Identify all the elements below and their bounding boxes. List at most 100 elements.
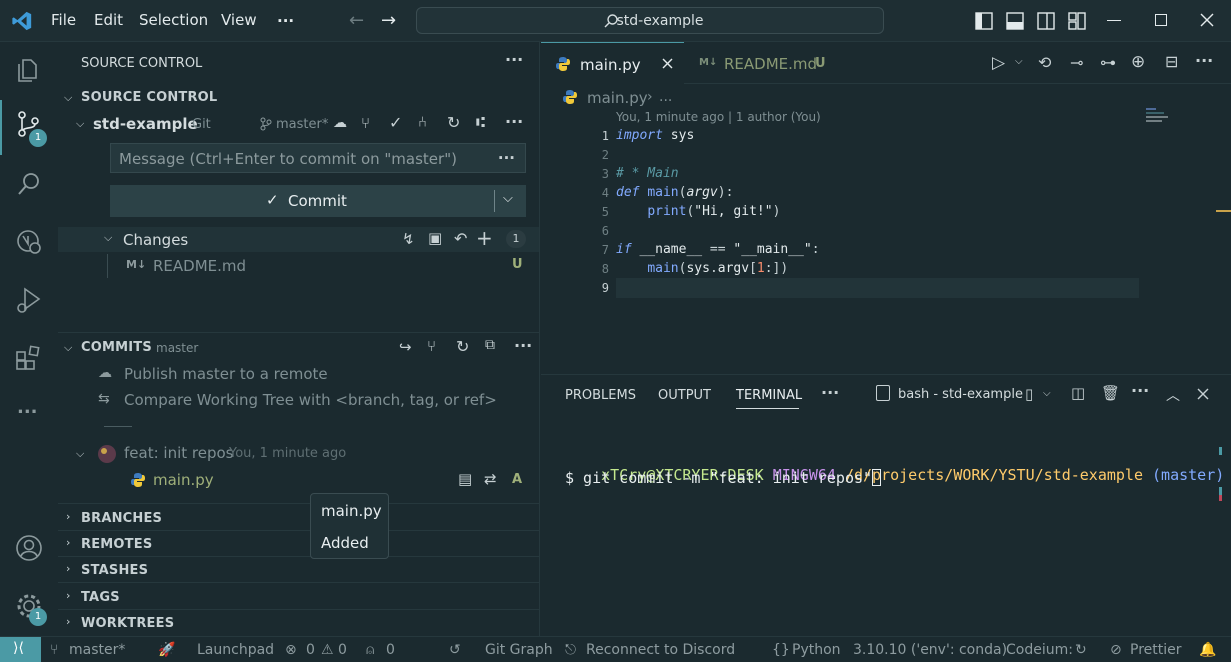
editor-more-icon[interactable]: ··· (1195, 51, 1213, 70)
status-codeium[interactable]: Codeium: (1006, 642, 1073, 658)
repo-more-icon[interactable]: ··· (505, 112, 523, 131)
tab-terminal[interactable]: TERMINAL (736, 388, 802, 403)
new-terminal-icon[interactable]: ▯ (1025, 385, 1033, 403)
terminal-command[interactable]: $ git commit -m "feat: init repos" (565, 469, 882, 487)
status-prettier[interactable]: Prettier (1130, 642, 1182, 658)
kill-terminal-icon[interactable]: 🗑 (1101, 384, 1120, 402)
tab-main-py[interactable]: main.py (541, 42, 684, 84)
toggle-panel-icon[interactable] (1006, 12, 1024, 30)
commits-more-icon[interactable]: ··· (514, 336, 532, 355)
chevron-down-icon[interactable]: ⌵ (64, 91, 72, 105)
changed-file-name[interactable]: README.md (153, 257, 246, 275)
minimap[interactable] (1146, 108, 1172, 124)
tab-readme[interactable]: README.md (724, 55, 817, 73)
menu-edit[interactable]: Edit (94, 11, 123, 29)
previous-change-icon[interactable]: ⊸ (1070, 53, 1083, 72)
accounts-icon[interactable] (13, 532, 45, 564)
open-file-icon[interactable]: ▤ (458, 470, 472, 488)
status-errors[interactable]: 0 (306, 642, 315, 658)
source-control-section-header[interactable]: SOURCE CONTROL (81, 90, 217, 105)
breadcrumb-file[interactable]: main.py (587, 89, 648, 107)
status-discord[interactable]: Reconnect to Discord (586, 642, 735, 658)
run-debug-icon[interactable] (13, 284, 45, 316)
publish-branch-action[interactable]: Publish master to a remote (124, 365, 328, 383)
run-dropdown-chevron-icon[interactable]: ⌵ (1015, 56, 1023, 67)
commit-file-name[interactable]: main.py (153, 471, 214, 489)
tab-output[interactable]: OUTPUT (658, 388, 711, 403)
branch-actions-icon[interactable]: ⑆ (476, 113, 485, 131)
chevron-right-icon[interactable]: › (66, 536, 70, 549)
commit-input-more-icon[interactable]: ··· (498, 149, 515, 167)
remotes-section-header[interactable]: REMOTES (81, 537, 152, 552)
notifications-bell-icon[interactable]: 🔔 (1199, 642, 1216, 658)
commit-dropdown-chevron-icon[interactable]: ⌵ (503, 191, 513, 206)
create-pr-icon[interactable]: ⑃ (418, 113, 427, 131)
commit-message[interactable]: feat: init repos (124, 444, 233, 462)
menu-file[interactable]: File (51, 11, 76, 29)
status-warnings[interactable]: 0 (338, 642, 347, 658)
chevron-down-icon[interactable]: ⌵ (76, 117, 84, 131)
back-arrow-icon[interactable]: ← (349, 10, 364, 31)
maximize-panel-icon[interactable]: ︿ (1166, 385, 1180, 405)
run-icon[interactable]: ▷ (992, 53, 1005, 73)
status-language[interactable]: Python (792, 642, 841, 658)
command-center-search[interactable]: std-example (416, 7, 884, 34)
discard-all-icon[interactable]: ↯ (402, 230, 415, 248)
commit-button[interactable]: ✓ Commit ⌵ (110, 185, 526, 217)
open-changes-icon[interactable]: ⟲ (1038, 53, 1051, 72)
git-graph-icon[interactable]: ⑂ (361, 114, 370, 132)
commits-refresh-icon[interactable]: ↻ (456, 337, 469, 356)
remote-indicator[interactable]: ⟩⟨ (0, 637, 41, 662)
minimize-icon[interactable] (1107, 20, 1121, 21)
chevron-right-icon[interactable]: › (66, 615, 70, 628)
code-editor[interactable]: main.py › ... You, 1 minute ago | 1 auth… (541, 84, 1231, 374)
compare-working-tree-action[interactable]: Compare Working Tree with <branch, tag, … (124, 391, 497, 409)
chevron-down-icon[interactable]: ⌵ (104, 231, 112, 245)
tab-problems[interactable]: PROBLEMS (565, 388, 636, 403)
switch-icon[interactable]: ↪ (399, 338, 412, 356)
menu-view[interactable]: View (221, 11, 257, 29)
commit-check-icon[interactable]: ✓ (389, 113, 402, 132)
remote-explorer-icon[interactable] (13, 226, 45, 258)
status-branch[interactable]: master* (69, 642, 125, 658)
terminal-dropdown-chevron-icon[interactable]: ⌵ (1043, 388, 1051, 399)
tags-section-header[interactable]: TAGS (81, 590, 120, 605)
close-window-icon[interactable] (1200, 13, 1214, 27)
chevron-down-icon[interactable]: ⌵ (64, 341, 72, 355)
menu-selection[interactable]: Selection (139, 11, 208, 29)
vscode-logo-icon[interactable] (11, 10, 33, 32)
status-launchpad[interactable]: Launchpad (197, 642, 274, 658)
git-lens-icon[interactable]: ⊕ (1131, 52, 1145, 72)
chevron-right-icon[interactable]: › (66, 562, 70, 575)
status-git-graph[interactable]: Git Graph (485, 642, 553, 658)
status-interpreter[interactable]: 3.10.10 ('env': conda) (853, 642, 1007, 658)
repo-name[interactable]: std-example (93, 115, 198, 133)
commits-graph-icon[interactable]: ⑂ (427, 337, 436, 355)
more-views-icon[interactable]: ... (17, 397, 38, 418)
breadcrumb-symbol[interactable]: ... (659, 89, 672, 105)
customize-layout-icon[interactable] (1068, 12, 1086, 30)
split-editor-icon[interactable]: ⊟ (1165, 52, 1178, 71)
history-icon[interactable]: ↺ (449, 642, 461, 658)
repo-branch[interactable]: master* (276, 117, 328, 132)
collapse-all-icon[interactable]: ⧉ (485, 337, 495, 353)
chevron-right-icon[interactable]: › (66, 589, 70, 602)
explorer-icon[interactable] (13, 52, 45, 84)
commits-section-header[interactable]: COMMITS (81, 340, 152, 355)
stashes-section-header[interactable]: STASHES (81, 563, 148, 578)
blame-codelens[interactable]: You, 1 minute ago | 1 author (You) (616, 110, 821, 124)
forward-arrow-icon[interactable]: → (381, 10, 396, 31)
cloud-sync-icon[interactable]: ☁ (333, 115, 347, 131)
maximize-icon[interactable] (1155, 14, 1167, 26)
terminal-name[interactable]: bash - std-example (898, 387, 1023, 402)
toggle-primary-sidebar-icon[interactable] (975, 12, 993, 30)
next-change-icon[interactable]: ⊶ (1100, 53, 1116, 72)
panel-more-icon[interactable]: ··· (821, 383, 839, 402)
toggle-secondary-sidebar-icon[interactable] (1037, 12, 1055, 30)
split-terminal-icon[interactable]: ◫ (1071, 384, 1085, 402)
undo-icon[interactable]: ↶ (454, 229, 467, 248)
compare-changes-icon[interactable]: ⇄ (484, 470, 497, 488)
branches-section-header[interactable]: BRANCHES (81, 511, 162, 526)
menu-more[interactable]: ... (277, 8, 294, 26)
chevron-down-icon[interactable]: ⌵ (76, 447, 84, 461)
